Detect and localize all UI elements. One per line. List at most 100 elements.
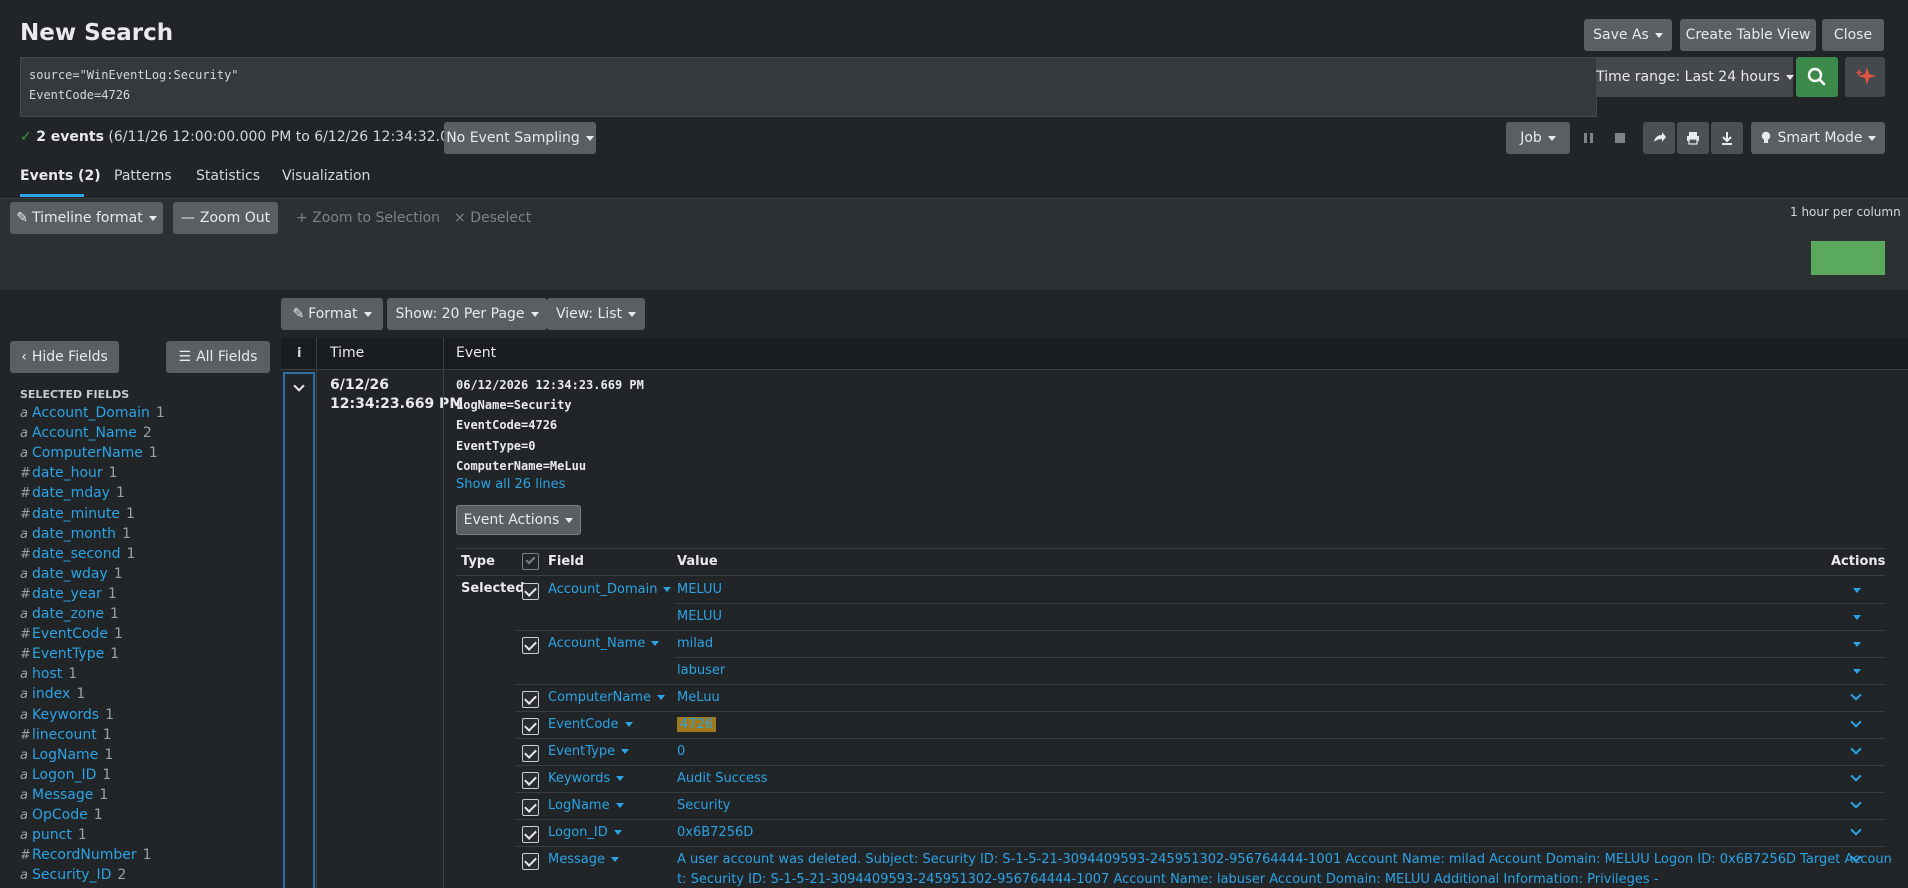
share-button[interactable] [1643,122,1675,154]
sidebar-field-item[interactable]: #date_second 1 [20,546,135,562]
field-name: OpCode [32,807,88,823]
field-name-dropdown[interactable]: EventCode [548,717,633,732]
sidebar-field-item[interactable]: a LogName 1 [20,747,113,763]
field-type-icon: # [20,727,31,743]
print-button[interactable] [1677,122,1709,154]
sidebar-field-item[interactable]: a ComputerName 1 [20,445,158,461]
tab-events[interactable]: Events (2) [20,168,101,184]
sidebar-field-item[interactable]: a Message 1 [20,787,108,803]
zoom-to-selection-button[interactable]: + Zoom to Selection [296,210,440,226]
chevron-down-icon[interactable] [1850,743,1862,755]
field-name-dropdown[interactable]: Keywords [548,771,625,786]
field-value[interactable]: 4726 [677,717,717,732]
search-button[interactable] [1796,57,1838,97]
tab-visualization[interactable]: Visualization [282,168,370,184]
timeline-bar[interactable] [1811,241,1885,275]
sidebar-field-item[interactable]: a date_wday 1 [20,566,123,582]
field-checkbox[interactable] [522,745,539,762]
search-mode-dropdown[interactable]: Smart Mode [1751,122,1885,154]
field-value[interactable]: MELUU [677,609,722,624]
chevron-down-icon[interactable] [1853,615,1861,620]
select-all-checkbox[interactable] [522,553,539,570]
view-dropdown[interactable]: View: List [547,298,645,330]
field-checkbox[interactable] [522,772,539,789]
sidebar-field-item[interactable]: #EventCode 1 [20,626,123,642]
pause-icon[interactable] [1581,131,1597,145]
sidebar-field-item[interactable]: a Account_Name 2 [20,425,152,441]
sidebar-field-item[interactable]: a index 1 [20,686,85,702]
all-fields-button[interactable]: ☰ All Fields [166,341,270,373]
field-checkbox[interactable] [522,853,539,870]
sidebar-field-item[interactable]: #date_hour 1 [20,465,118,481]
search-input[interactable]: source="WinEventLog:Security" EventCode=… [20,57,1597,117]
chevron-down-icon[interactable] [1850,689,1862,701]
ai-assist-button[interactable] [1845,57,1885,97]
field-checkbox[interactable] [522,799,539,816]
hide-fields-button[interactable]: ‹ Hide Fields [10,341,119,373]
chevron-down-icon [621,749,630,754]
timeline-format-dropdown[interactable]: ✎ Timeline format [10,202,163,234]
sidebar-field-item[interactable]: #EventType 1 [20,646,119,662]
field-name-dropdown[interactable]: Message [548,852,619,867]
export-button[interactable] [1711,122,1743,154]
field-name-dropdown[interactable]: ComputerName [548,690,665,705]
expand-event-cell[interactable] [283,372,315,888]
chevron-down-icon[interactable] [1853,669,1861,674]
field-name-dropdown[interactable]: Logon_ID [548,825,622,840]
event-sampling-dropdown[interactable]: No Event Sampling [444,122,596,154]
field-checkbox[interactable] [522,718,539,735]
sidebar-field-item[interactable]: a punct 1 [20,827,87,843]
field-value[interactable]: A user account was deleted. Subject: Sec… [677,852,1892,867]
field-value[interactable]: MELUU [677,582,722,597]
event-actions-dropdown[interactable]: Event Actions [456,505,581,535]
chevron-down-icon[interactable] [1853,588,1861,593]
chevron-down-icon[interactable] [1850,797,1862,809]
sidebar-field-item[interactable]: #linecount 1 [20,727,112,743]
sidebar-field-item[interactable]: a date_zone 1 [20,606,119,622]
sidebar-field-item[interactable]: #date_minute 1 [20,506,135,522]
save-as-button[interactable]: Save As [1584,19,1672,51]
sidebar-field-item[interactable]: a OpCode 1 [20,807,103,823]
sidebar-field-item[interactable]: a Account_Domain 1 [20,405,165,421]
sidebar-field-item[interactable]: #date_mday 1 [20,485,125,501]
create-table-view-button[interactable]: Create Table View [1680,19,1816,51]
field-checkbox[interactable] [522,826,539,843]
zoom-out-button[interactable]: — Zoom Out [173,202,278,234]
field-value[interactable]: Security [677,798,730,813]
field-value[interactable]: milad [677,636,713,651]
field-name-dropdown[interactable]: Account_Name [548,636,660,651]
field-checkbox[interactable] [522,637,539,654]
chevron-down-icon[interactable] [1853,642,1861,647]
field-name-dropdown[interactable]: LogName [548,798,624,813]
chevron-down-icon[interactable] [1850,824,1862,836]
deselect-button[interactable]: × Deselect [454,210,531,226]
tab-patterns[interactable]: Patterns [114,168,172,184]
stop-icon[interactable] [1615,133,1625,143]
format-dropdown[interactable]: ✎ Format [281,298,383,330]
sidebar-field-item[interactable]: #date_year 1 [20,586,117,602]
field-value[interactable]: labuser [677,663,725,678]
close-button[interactable]: Close [1822,19,1884,51]
sidebar-field-item[interactable]: a host 1 [20,666,77,682]
field-name-dropdown[interactable]: EventType [548,744,630,759]
sidebar-field-item[interactable]: a Keywords 1 [20,707,114,723]
sidebar-field-item[interactable]: a Logon_ID 1 [20,767,111,783]
field-checkbox[interactable] [522,583,539,600]
sidebar-field-item[interactable]: #RecordNumber 1 [20,847,152,863]
tab-statistics[interactable]: Statistics [196,168,260,184]
field-value[interactable]: Audit Success [677,771,768,786]
chevron-down-icon[interactable] [1850,770,1862,782]
field-name-dropdown[interactable]: Account_Domain [548,582,672,597]
job-dropdown[interactable]: Job [1506,122,1570,154]
show-all-lines-link[interactable]: Show all 26 lines [456,477,565,492]
sidebar-field-item[interactable]: a date_month 1 [20,526,131,542]
field-value[interactable]: 0 [677,744,685,759]
field-checkbox[interactable] [522,691,539,708]
field-value[interactable]: MeLuu [677,690,720,705]
per-page-dropdown[interactable]: Show: 20 Per Page [387,298,547,330]
time-column-header[interactable]: Time [330,345,364,361]
sidebar-field-item[interactable]: a Security_ID 2 [20,867,126,883]
field-value[interactable]: 0x6B7256D [677,825,753,840]
time-range-picker[interactable]: Time range: Last 24 hours [1596,57,1794,97]
chevron-down-icon[interactable] [1850,716,1862,728]
